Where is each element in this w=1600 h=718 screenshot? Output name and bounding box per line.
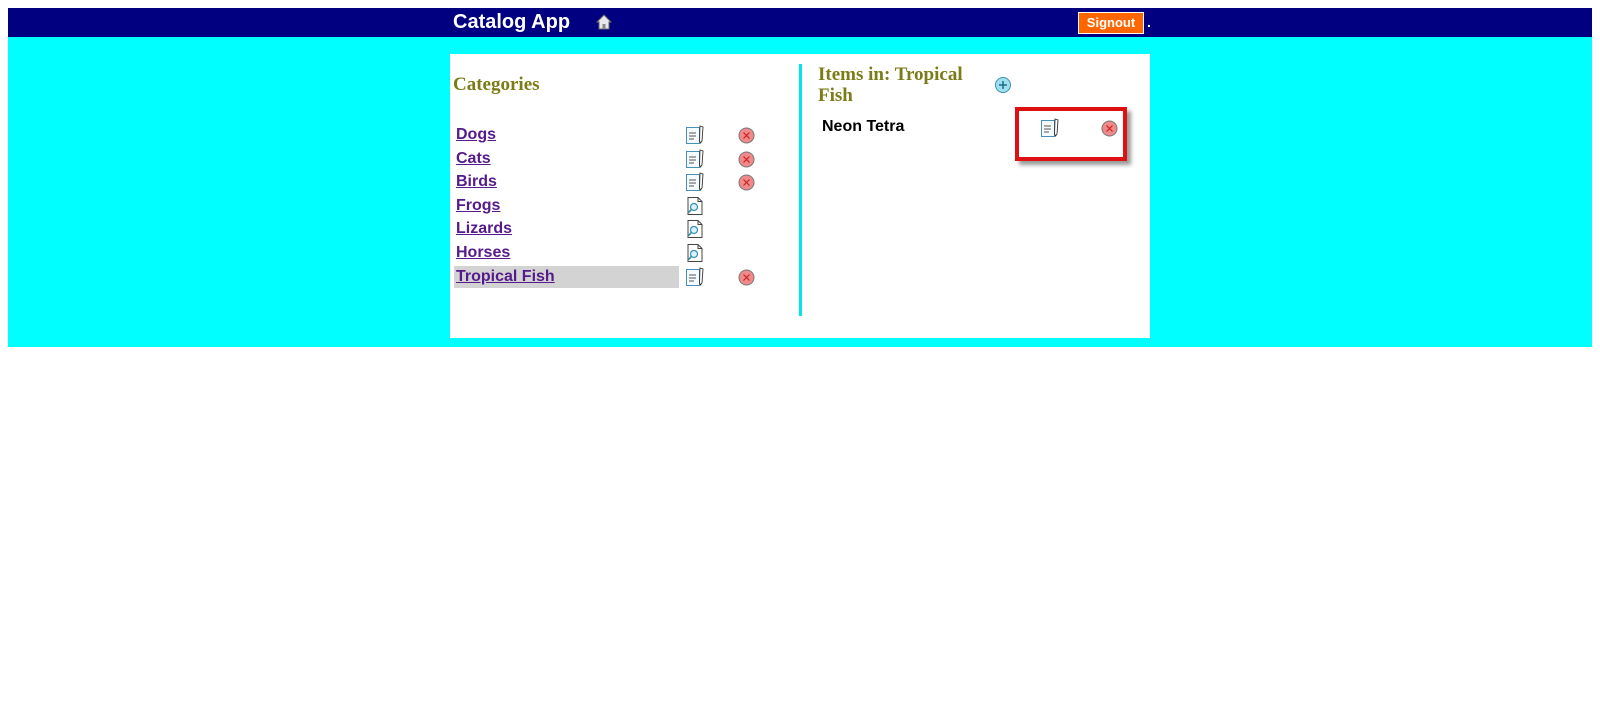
category-link[interactable]: Birds [454, 171, 679, 193]
app-title-link[interactable]: Catalog App [453, 11, 570, 33]
delete-icon[interactable] [1101, 120, 1118, 137]
items-heading: Items in: Tropical Fish [818, 64, 963, 106]
home-icon[interactable] [596, 14, 612, 30]
category-row: Tropical Fish [454, 265, 779, 288]
category-link[interactable]: Lizards [454, 218, 679, 240]
category-link[interactable]: Horses [454, 242, 679, 264]
main-panel: Categories Dogs Cats Birds Frogs Lizards Hors… [450, 54, 1150, 338]
category-link[interactable]: Cats [454, 148, 679, 170]
category-row: Frogs [454, 195, 779, 217]
category-row: Horses [454, 242, 779, 264]
category-row: Dogs [454, 124, 779, 146]
column-divider [799, 64, 802, 316]
page-frame: Catalog App Signout . Categories Dogs Cat… [8, 8, 1592, 347]
signout-button[interactable]: Signout [1078, 12, 1144, 34]
add-icon[interactable] [994, 76, 1012, 94]
view-icon[interactable] [685, 243, 705, 263]
trailing-text: . [1147, 14, 1151, 30]
category-row: Birds [454, 171, 779, 193]
category-link[interactable]: Frogs [454, 195, 679, 217]
edit-icon[interactable] [685, 172, 705, 192]
delete-icon[interactable] [738, 127, 755, 144]
category-row: Lizards [454, 218, 779, 240]
edit-icon[interactable] [1040, 118, 1060, 138]
delete-icon[interactable] [738, 174, 755, 191]
top-navbar: Catalog App Signout . [8, 8, 1592, 37]
category-link[interactable]: Dogs [454, 124, 679, 146]
delete-icon[interactable] [738, 269, 755, 286]
item-name: Neon Tetra [822, 118, 905, 135]
category-link[interactable]: Tropical Fish [454, 265, 679, 288]
view-icon[interactable] [685, 219, 705, 239]
edit-icon[interactable] [685, 266, 705, 287]
categories-heading: Categories [453, 74, 540, 95]
view-icon[interactable] [685, 196, 705, 216]
delete-icon[interactable] [738, 151, 755, 168]
category-row: Cats [454, 148, 779, 170]
edit-icon[interactable] [685, 125, 705, 145]
edit-icon[interactable] [685, 148, 705, 169]
